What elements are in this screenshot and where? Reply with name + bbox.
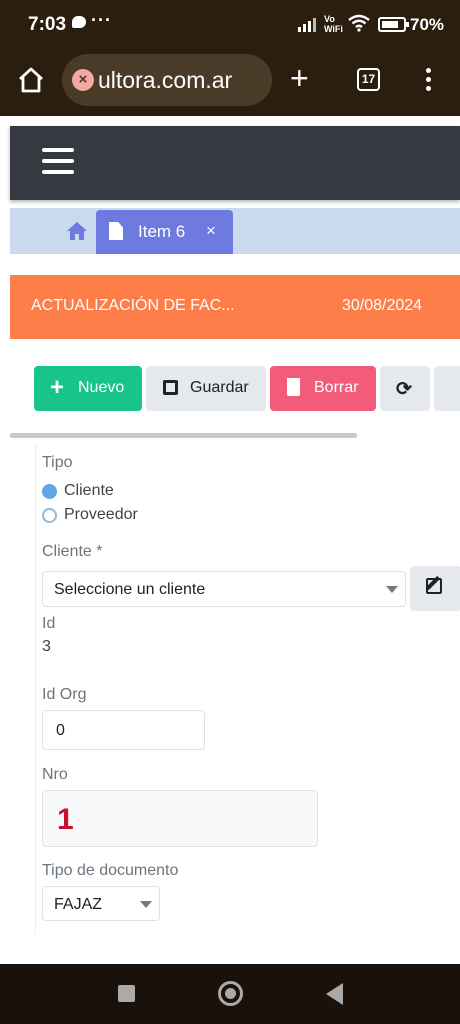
back-icon[interactable] [326, 983, 343, 1005]
vowifi-indicator: Vo WiFi [324, 14, 343, 34]
horizontal-scrollbar[interactable] [10, 433, 357, 438]
more-vert-icon[interactable] [426, 68, 432, 94]
plus-icon: + [50, 374, 65, 401]
web-content: Item 6 × ACTUALIZACIÓN DE FAC... 30/08/2… [0, 116, 460, 964]
tab-close-icon[interactable]: × [206, 221, 216, 241]
radio-unchecked-icon[interactable] [42, 508, 57, 523]
refresh-button[interactable]: ⟳ [380, 366, 430, 411]
hamburger-menu-icon[interactable] [42, 148, 74, 176]
chevron-down-icon [140, 901, 152, 908]
id-value: 3 [42, 638, 51, 655]
tipo-documento-value: FAJAZ [54, 896, 103, 913]
tipo-documento-select[interactable]: FAJAZ [42, 886, 160, 921]
guardar-label: Guardar [190, 379, 249, 396]
refresh-icon: ⟳ [396, 379, 412, 400]
browser-toolbar: × ultora.com.ar + 17 [0, 50, 460, 116]
home-nav-icon[interactable] [218, 981, 243, 1006]
url-text: ultora.com.ar [98, 67, 233, 93]
form: Tipo Cliente Proveedor Cliente * Selecci… [35, 444, 460, 934]
status-time: 7:03 [28, 14, 67, 35]
borrar-label: Borrar [314, 379, 359, 396]
nro-label: Nro [42, 766, 68, 783]
app-header [10, 126, 460, 200]
chat-notification-icon [72, 16, 86, 28]
address-bar[interactable]: × ultora.com.ar [62, 54, 272, 106]
nro-value: 1 [57, 803, 74, 836]
radio-checked-icon[interactable] [42, 484, 57, 499]
radio-proveedor-label: Proveedor [64, 506, 138, 523]
status-bar: 7:03 ··· Vo WiFi 70% [0, 0, 460, 50]
recents-icon[interactable] [118, 985, 135, 1002]
tipo-documento-label: Tipo de documento [42, 862, 179, 879]
battery-percent: 70% [410, 15, 445, 34]
id-org-label: Id Org [42, 686, 87, 703]
signal-icon [298, 18, 316, 32]
home-tab-icon[interactable] [66, 221, 88, 241]
system-nav-bar [0, 964, 460, 1024]
page-title: ACTUALIZACIÓN DE FAC... [31, 297, 235, 314]
cliente-select[interactable]: Seleccione un cliente [42, 571, 406, 607]
chevron-down-icon [386, 586, 398, 593]
tabs-bar: Item 6 × [10, 208, 460, 254]
close-icon[interactable]: × [72, 69, 94, 91]
wifi-icon [348, 14, 370, 32]
vowifi-vo: Vo [324, 14, 335, 24]
document-icon [109, 222, 123, 240]
tipo-label: Tipo [42, 454, 73, 471]
trash-icon [287, 378, 300, 396]
tab-item-6[interactable]: Item 6 × [96, 210, 233, 254]
tabs-icon[interactable]: 17 [357, 68, 380, 91]
id-org-value: 0 [56, 722, 65, 739]
cliente-select-value: Seleccione un cliente [54, 581, 206, 598]
more-notifications-indicator: ··· [91, 10, 112, 30]
plus-icon[interactable]: + [290, 62, 309, 94]
radio-cliente-label: Cliente [64, 482, 114, 499]
id-org-input[interactable]: 0 [42, 710, 205, 750]
tab-label: Item 6 [138, 222, 186, 241]
vowifi-wifi: WiFi [324, 24, 343, 34]
nuevo-label: Nuevo [78, 379, 125, 396]
save-icon [163, 380, 178, 395]
action-toolbar: + Nuevo Guardar Borrar ⟳ [10, 340, 460, 438]
nuevo-button[interactable]: + Nuevo [34, 366, 142, 411]
cliente-label: Cliente * [42, 543, 103, 560]
title-bar: ACTUALIZACIÓN DE FAC... 30/08/2024 [10, 275, 460, 339]
guardar-button[interactable]: Guardar [146, 366, 266, 411]
battery-icon [378, 17, 409, 32]
home-icon[interactable] [16, 65, 46, 95]
more-button[interactable] [434, 366, 460, 411]
borrar-button[interactable]: Borrar [270, 366, 376, 411]
id-label: Id [42, 615, 56, 632]
edit-cliente-button[interactable] [410, 566, 460, 611]
page-date: 30/08/2024 [342, 297, 423, 314]
nro-input[interactable]: 1 [42, 790, 318, 847]
